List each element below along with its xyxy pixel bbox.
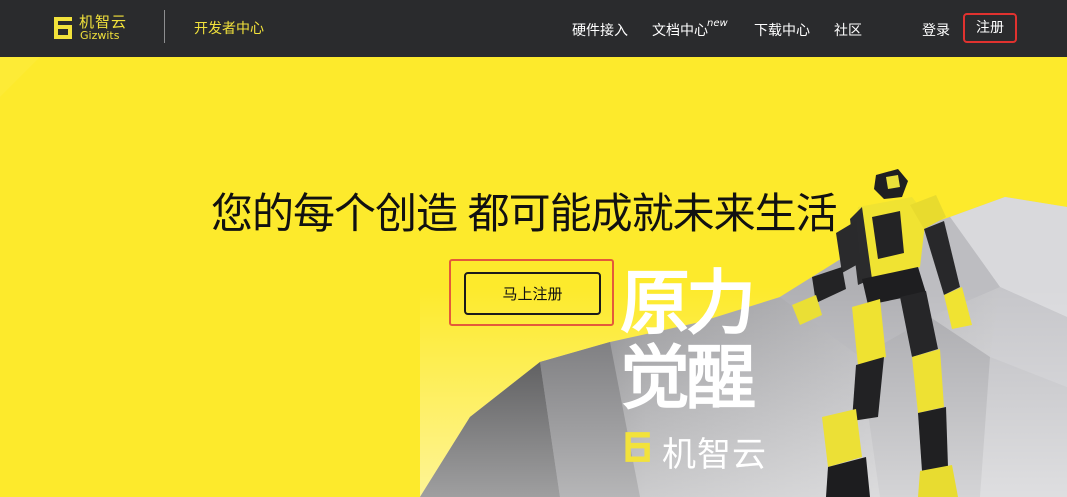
poster-brand-text: 机智云 — [662, 435, 767, 475]
login-link[interactable]: 登录 — [922, 20, 950, 40]
top-navigation-bar: 机智云 Gizwits 开发者中心 硬件接入 文档中心 new 下载中心 社区 … — [0, 0, 1067, 57]
nav-community[interactable]: 社区 — [834, 20, 862, 40]
nav-documentation[interactable]: 文档中心 — [652, 20, 708, 40]
nav-downloads[interactable]: 下载中心 — [754, 20, 810, 40]
register-now-button[interactable]: 马上注册 — [464, 272, 601, 315]
hero-headline: 您的每个创造 都可能成就未来生活 — [211, 190, 838, 237]
logo-text-en: Gizwits — [80, 29, 120, 42]
register-link[interactable]: 注册 — [963, 13, 1017, 43]
poster-title-line2: 觉醒 — [620, 337, 756, 419]
gizwits-logo-icon — [54, 17, 72, 39]
gizwits-logo-icon — [625, 432, 650, 462]
poster-title-line1: 原力 — [620, 262, 756, 344]
new-badge: new — [707, 18, 728, 29]
developer-center-link[interactable]: 开发者中心 — [194, 18, 264, 38]
logo-divider — [164, 10, 165, 43]
hero-banner: 您的每个创造 都可能成就未来生活 马上注册 原力 觉醒 机智云 — [0, 57, 1067, 497]
poster-brand: 机智云 — [622, 425, 782, 475]
nav-hardware-access[interactable]: 硬件接入 — [572, 20, 628, 40]
gizwits-logo[interactable]: 机智云 Gizwits — [52, 12, 134, 44]
